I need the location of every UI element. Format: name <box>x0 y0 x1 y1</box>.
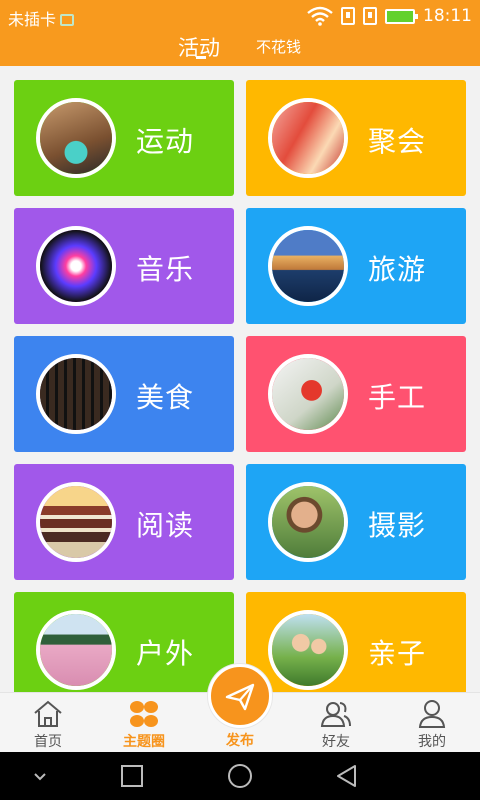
category-label: 摄影 <box>368 509 427 542</box>
category-card-food[interactable]: 美食 <box>14 336 234 452</box>
home-circle-icon[interactable] <box>216 752 264 800</box>
category-label: 旅游 <box>368 253 427 286</box>
category-label: 美食 <box>136 381 195 414</box>
category-card-photography[interactable]: 摄影 <box>246 464 466 580</box>
sneakers-photo-icon <box>36 98 116 178</box>
publish-label: 发布 <box>226 733 254 749</box>
microphone-photo-icon <box>36 226 116 306</box>
app-header: 未插卡 18:11 活动 不花钱 <box>0 0 480 66</box>
book-stack-photo-icon <box>36 482 116 562</box>
status-icons: 18:11 <box>307 6 472 26</box>
android-icon <box>60 14 75 26</box>
category-label: 音乐 <box>136 253 195 286</box>
paper-plane-icon <box>225 683 255 711</box>
tab-free[interactable]: 不花钱 <box>256 36 301 57</box>
carrier-label: 未插卡 <box>8 10 57 29</box>
sim-card-icon <box>341 7 355 25</box>
sim-card-2-icon <box>363 7 377 25</box>
category-label: 阅读 <box>136 509 195 542</box>
back-triangle-icon[interactable] <box>322 752 370 800</box>
chevron-down-icon[interactable] <box>16 752 64 800</box>
craft-ornament-photo-icon <box>268 354 348 434</box>
category-card-music[interactable]: 音乐 <box>14 208 234 324</box>
category-card-travel[interactable]: 旅游 <box>246 208 466 324</box>
category-card-parenting[interactable]: 亲子 <box>246 592 466 692</box>
toast-glasses-photo-icon <box>268 98 348 178</box>
nav-me[interactable]: 我的 <box>384 693 480 753</box>
top-tabs: 活动 不花钱 <box>0 30 480 66</box>
friends-icon <box>320 702 351 727</box>
barbecue-grill-photo-icon <box>36 354 116 434</box>
home-icon <box>34 700 62 727</box>
field-tree-photo-icon <box>36 610 116 690</box>
category-card-outdoor[interactable]: 户外 <box>14 592 234 692</box>
category-card-party[interactable]: 聚会 <box>246 80 466 196</box>
carrier-text: 未插卡 <box>8 6 75 30</box>
category-label: 亲子 <box>368 637 427 670</box>
nav-home[interactable]: 首页 <box>0 693 96 753</box>
system-nav-bar <box>0 752 480 800</box>
nav-friends[interactable]: 好友 <box>288 693 384 753</box>
nav-home-label: 首页 <box>34 734 62 750</box>
category-grid: 运动 聚会 音乐 旅游 美食 手工 阅读 摄影 户外 亲子 <box>0 66 480 692</box>
nav-topics[interactable]: 主题圈 <box>96 693 192 753</box>
nav-me-label: 我的 <box>418 734 446 750</box>
category-card-reading[interactable]: 阅读 <box>14 464 234 580</box>
category-label: 户外 <box>136 637 195 670</box>
wifi-icon <box>307 6 333 26</box>
family-photo-icon <box>268 610 348 690</box>
category-card-handcraft[interactable]: 手工 <box>246 336 466 452</box>
person-icon <box>418 700 446 728</box>
tab-indicator <box>196 56 206 59</box>
category-label: 聚会 <box>368 125 427 158</box>
topics-grid-icon <box>130 701 158 727</box>
category-label: 手工 <box>368 381 427 414</box>
publish-button[interactable] <box>208 664 272 728</box>
canal-city-photo-icon <box>268 226 348 306</box>
photographer-photo-icon <box>268 482 348 562</box>
nav-friends-label: 好友 <box>322 734 350 750</box>
clock: 18:11 <box>423 6 472 26</box>
nav-topics-label: 主题圈 <box>123 734 165 750</box>
battery-icon <box>385 8 418 24</box>
category-label: 运动 <box>136 125 195 158</box>
status-bar: 未插卡 18:11 <box>0 0 480 32</box>
recent-apps-icon[interactable] <box>108 752 156 800</box>
category-card-sports[interactable]: 运动 <box>14 80 234 196</box>
